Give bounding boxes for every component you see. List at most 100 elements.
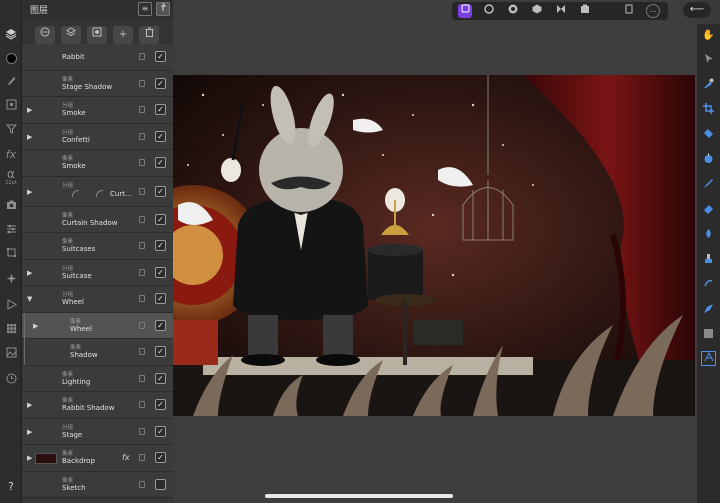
layer-row[interactable]: ▶ 分组 Stage ✓ [22, 418, 173, 445]
layer-row[interactable]: ▶ 分组 Smoke ✓ [22, 97, 173, 124]
layer-row[interactable]: 像素 Lighting ✓ [22, 365, 173, 392]
visibility-checkbox[interactable]: ✓ [155, 213, 166, 225]
more-icon[interactable]: ··· [646, 4, 660, 18]
history-icon[interactable] [2, 372, 20, 390]
expand-arrow-icon[interactable]: ▶ [27, 132, 35, 142]
layer-stack-icon[interactable] [61, 26, 81, 44]
lock-icon[interactable] [139, 106, 145, 113]
lock-icon[interactable] [139, 348, 145, 355]
visibility-checkbox[interactable]: ✓ [155, 372, 166, 384]
export-icon[interactable] [578, 4, 592, 18]
visibility-checkbox[interactable]: ✓ [155, 157, 166, 168]
layer-row[interactable]: ▶ 分组 Curt... ✓ [22, 176, 173, 207]
lock-icon[interactable] [139, 374, 145, 382]
layer-row[interactable]: 像素 Shadow ✓ [22, 339, 173, 366]
visibility-checkbox[interactable]: ✓ [155, 77, 166, 89]
layer-row-selected[interactable]: ▶ 像素 Wheel ✓ [22, 312, 173, 339]
paint-bucket-icon[interactable] [701, 128, 716, 143]
layer-row[interactable]: 像素 Suitcases ✓ [22, 233, 173, 260]
sliders-icon[interactable] [2, 222, 20, 240]
clone-icon[interactable] [701, 253, 716, 268]
color-picker-icon[interactable] [701, 78, 716, 93]
visibility-checkbox[interactable]: ✓ [155, 266, 166, 278]
grid-icon[interactable] [2, 322, 20, 340]
persona-photo-icon[interactable] [458, 4, 472, 18]
lock-icon[interactable] [139, 187, 145, 195]
lock-icon[interactable] [139, 268, 145, 276]
fx-icon[interactable]: fx [2, 146, 20, 164]
visibility-checkbox[interactable]: ✓ [155, 319, 166, 331]
expand-arrow-icon[interactable]: ▶ [27, 268, 35, 278]
text-style-icon[interactable]: α 12pt [2, 168, 20, 186]
navigator-icon[interactable] [2, 98, 20, 116]
panel-menu-icon[interactable]: ≡ [138, 2, 152, 16]
visibility-checkbox[interactable]: ✓ [155, 399, 166, 410]
lock-icon[interactable] [139, 242, 145, 249]
healing-icon[interactable] [701, 278, 716, 293]
camera-icon[interactable] [2, 198, 20, 216]
expand-arrow-icon[interactable]: ▶ [27, 187, 35, 197]
canvas-area[interactable] [173, 0, 697, 503]
visibility-checkbox[interactable]: ✓ [155, 104, 166, 115]
hand-icon[interactable]: ✋ [701, 28, 716, 43]
flood-select-icon[interactable] [701, 153, 716, 168]
image-icon[interactable] [2, 346, 20, 364]
help-icon[interactable]: ? [2, 478, 20, 496]
paint-brush-icon[interactable] [701, 178, 716, 193]
pin-icon[interactable] [156, 2, 170, 16]
artwork-image[interactable] [173, 75, 695, 416]
delete-layer-icon[interactable] [139, 26, 159, 44]
lock-icon[interactable] [139, 215, 145, 223]
expand-arrow-icon[interactable]: ▶ [27, 105, 35, 115]
expand-arrow-icon[interactable]: ▶ [33, 321, 41, 331]
lock-icon[interactable] [139, 53, 145, 60]
lock-icon[interactable] [139, 321, 145, 329]
visibility-checkbox[interactable]: ✓ [155, 240, 166, 251]
visibility-checkbox[interactable]: ✓ [155, 185, 166, 197]
document-icon[interactable] [622, 4, 636, 18]
collapse-arrow-icon[interactable]: ▼ [27, 294, 35, 304]
lock-icon[interactable] [139, 427, 145, 435]
brush-icon[interactable] [2, 74, 20, 92]
pen-icon[interactable] [701, 303, 716, 318]
eraser-icon[interactable] [701, 203, 716, 218]
circle-icon[interactable] [482, 4, 496, 18]
layer-row[interactable]: ▶ 分组 Suitcase ✓ [22, 259, 173, 286]
play-icon[interactable] [2, 298, 20, 316]
fx-badge-icon[interactable]: fx [122, 453, 130, 462]
color-disc-icon[interactable] [2, 52, 20, 70]
lock-icon[interactable] [139, 480, 145, 488]
expand-arrow-icon[interactable]: ▶ [27, 427, 35, 437]
text-tool-icon[interactable] [701, 351, 716, 366]
visibility-checkbox[interactable]: ✓ [155, 425, 166, 437]
tone-map-icon[interactable] [554, 4, 568, 18]
layer-row[interactable]: Rabbit ✓ [22, 44, 173, 71]
adjustment-icon[interactable] [2, 122, 20, 140]
mask-layer-icon[interactable] [87, 26, 107, 44]
visibility-checkbox[interactable] [155, 478, 166, 490]
move-icon[interactable] [701, 53, 716, 68]
liquify-icon[interactable] [506, 4, 520, 18]
back-button[interactable]: ⟵ [683, 2, 711, 18]
layer-options-icon[interactable] [35, 26, 55, 44]
visibility-checkbox[interactable]: ✓ [155, 130, 166, 142]
lock-icon[interactable] [139, 132, 145, 140]
home-indicator[interactable] [265, 494, 453, 498]
lock-icon[interactable] [139, 79, 145, 87]
visibility-checkbox[interactable]: ✓ [155, 51, 166, 62]
crop-icon[interactable] [701, 103, 716, 118]
layer-row[interactable]: ▶ 分组 Confetti ✓ [22, 123, 173, 150]
visibility-checkbox[interactable]: ✓ [155, 452, 166, 463]
expand-arrow-icon[interactable]: ▶ [27, 453, 35, 463]
develop-icon[interactable] [530, 4, 544, 18]
visibility-checkbox[interactable]: ✓ [155, 346, 166, 357]
layer-row[interactable]: ▼ 分组 Wheel ✓ [22, 286, 173, 313]
layer-row[interactable]: 像素 Sketch [22, 471, 173, 498]
add-layer-icon[interactable]: + [113, 26, 133, 44]
layer-row[interactable]: 像素 Curtain Shadow ✓ [22, 206, 173, 233]
layer-row[interactable]: 像素 Stage Shadow ✓ [22, 70, 173, 97]
lock-icon[interactable] [139, 401, 145, 408]
layer-row[interactable]: 像素 Smoke ✓ [22, 150, 173, 177]
compass-icon[interactable] [2, 272, 20, 290]
lock-icon[interactable] [139, 295, 145, 302]
